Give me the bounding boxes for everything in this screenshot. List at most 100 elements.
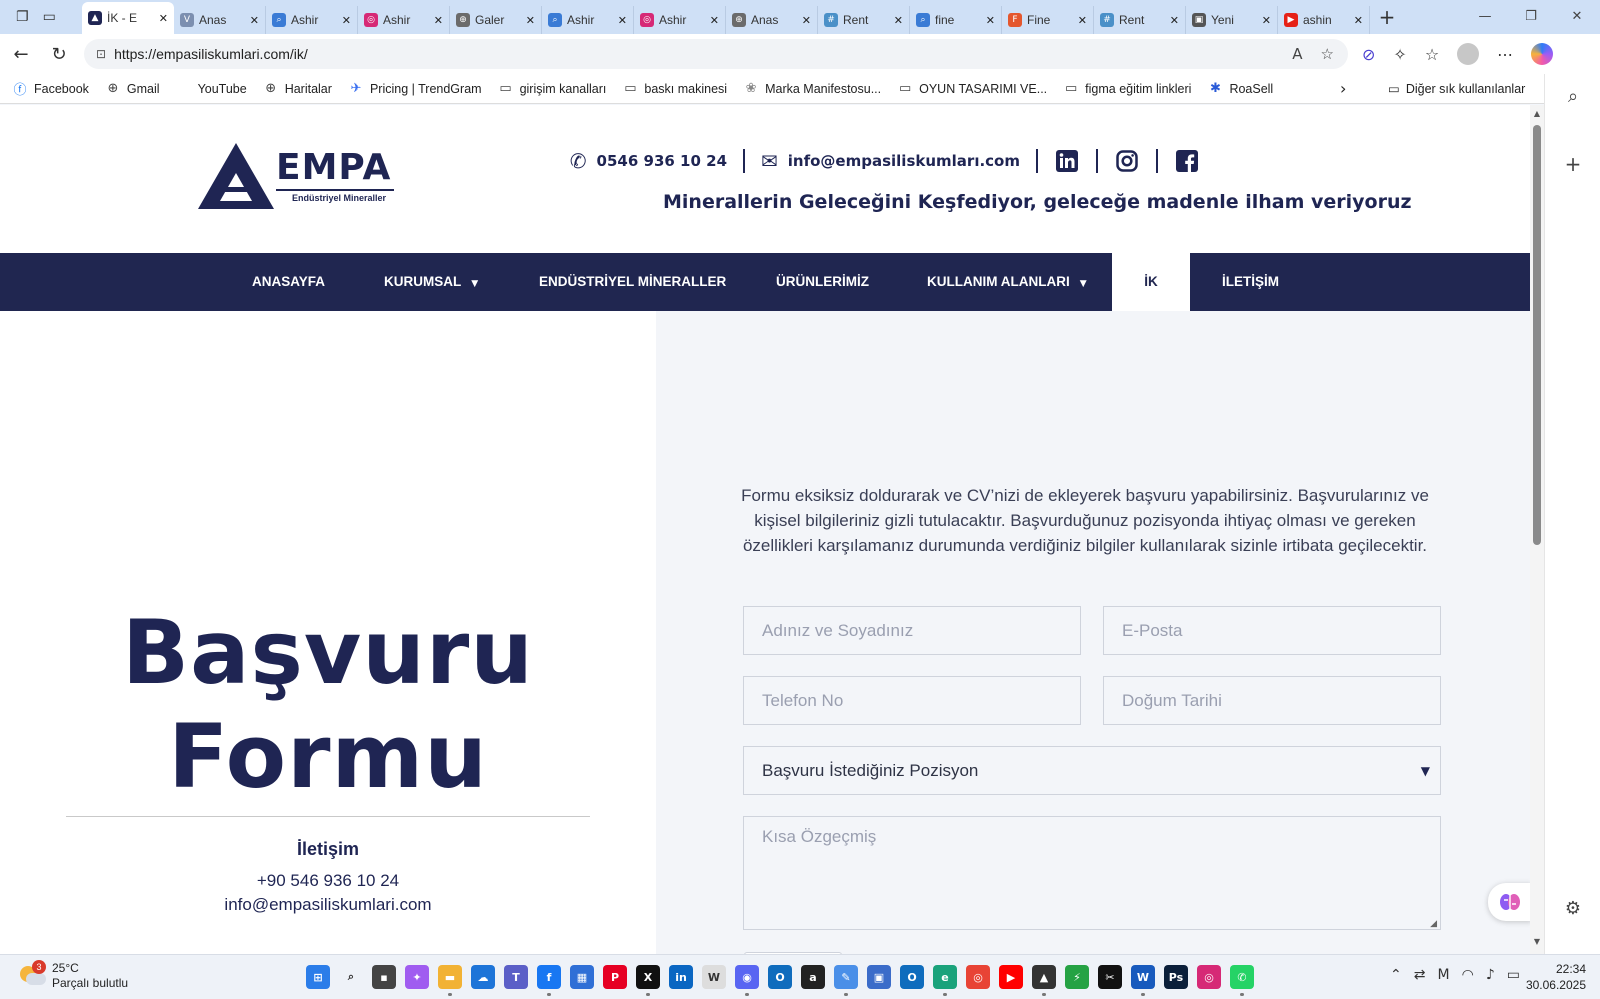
sidebar-search-icon[interactable]: ⌕ xyxy=(1545,86,1600,107)
browser-tab[interactable]: ⌕ fine ✕ xyxy=(910,6,1002,34)
browser-tab[interactable]: ◎ Ashir ✕ xyxy=(358,6,450,34)
url-field[interactable]: ⊡ https://empasiliskumlari.com/ik/ A ☆ xyxy=(84,39,1348,69)
browser-tab[interactable]: ▣ Yeni ✕ xyxy=(1186,6,1278,34)
browser-tab[interactable]: V Anas ✕ xyxy=(174,6,266,34)
browser-tab[interactable]: ⌕ Ashir ✕ xyxy=(266,6,358,34)
tab-close-icon[interactable]: ✕ xyxy=(159,12,168,25)
tab-actions-icon[interactable]: ▭ xyxy=(43,10,56,24)
copilot-icon[interactable]: ✦ xyxy=(405,965,429,989)
sidebar-add-icon[interactable]: + xyxy=(1545,152,1600,176)
copilot-icon[interactable] xyxy=(1531,43,1554,65)
other-bookmarks[interactable]: ▭ Diğer sık kullanılanlar xyxy=(1388,81,1525,96)
tray-settings-icon[interactable]: ⇄ xyxy=(1414,967,1426,983)
browser-tab[interactable]: # Rent ✕ xyxy=(1094,6,1186,34)
bookmark-item[interactable]: ▭ baskı makinesi xyxy=(622,81,727,96)
browser-tab[interactable]: ⊕ Galer ✕ xyxy=(450,6,542,34)
sidebar-settings-icon[interactable]: ⚙ xyxy=(1545,898,1600,919)
instagram-icon[interactable] xyxy=(1114,149,1140,173)
bookmark-item[interactable]: ▭ girişim kanalları xyxy=(498,81,606,96)
tab-close-icon[interactable]: ✕ xyxy=(894,14,903,27)
cv-textarea[interactable]: Kısa Özgeçmiş ◢ xyxy=(743,816,1441,930)
bookmark-item[interactable]: ⊕ Haritalar xyxy=(263,81,332,96)
profile-avatar[interactable] xyxy=(1457,43,1480,65)
battery-icon[interactable]: ▭ xyxy=(1507,967,1520,983)
bookmark-item[interactable]: ⓕ Facebook xyxy=(12,79,88,99)
tray-chevron-icon[interactable]: ⌃ xyxy=(1390,967,1402,983)
browser-tab[interactable]: # Rent ✕ xyxy=(818,6,910,34)
chevron-right-icon[interactable]: › xyxy=(1340,79,1346,98)
browser-tab[interactable]: ◎ Ashir ✕ xyxy=(634,6,726,34)
bookmark-item[interactable]: ⊕ Gmail xyxy=(105,81,159,96)
search-icon[interactable]: ⌕ xyxy=(339,965,363,989)
favorites-icon[interactable]: ☆ xyxy=(1425,45,1439,64)
weather-widget[interactable]: 3 25°C Parçalı bulutlu xyxy=(18,960,128,991)
file-explorer-icon[interactable]: ▬ xyxy=(438,965,462,996)
linkedin-app-icon[interactable]: in xyxy=(669,965,693,989)
header-phone[interactable]: 0546 936 10 24 xyxy=(597,152,727,170)
bookmark-item[interactable]: ✱ RoaSell xyxy=(1207,81,1273,96)
bookmark-item[interactable]: YouTube xyxy=(176,82,247,96)
chrome-icon[interactable]: ◎ xyxy=(966,965,990,989)
tab-close-icon[interactable]: ✕ xyxy=(710,14,719,27)
store-icon[interactable]: ▦ xyxy=(570,965,594,989)
extensions-icon[interactable]: ✧ xyxy=(1393,45,1406,64)
tab-close-icon[interactable]: ✕ xyxy=(250,14,259,27)
tab-close-icon[interactable]: ✕ xyxy=(1078,14,1087,27)
graduation-icon[interactable]: ▲ xyxy=(1032,965,1056,996)
outlook-icon[interactable]: O xyxy=(768,965,792,989)
read-aloud-icon[interactable]: A xyxy=(1292,45,1302,63)
instagram-app-icon[interactable]: ◎ xyxy=(1197,965,1221,989)
bookmark-item[interactable]: ▭ OYUN TASARIMI VE... xyxy=(897,81,1047,96)
browser-tab[interactable]: ⌕ Ashir ✕ xyxy=(542,6,634,34)
x-icon[interactable]: X xyxy=(636,965,660,996)
nav-endustriyel-mineraller[interactable]: ENDÜSTRİYEL MİNERALLER xyxy=(539,253,726,311)
position-select[interactable]: Başvuru İstediğiniz Pozisyon ▼ xyxy=(743,746,1441,795)
clock[interactable]: 22:34 30.06.2025 xyxy=(1526,961,1586,993)
more-menu-icon[interactable]: ⋯ xyxy=(1497,45,1513,64)
phone-field[interactable]: Telefon No xyxy=(743,676,1081,725)
browser-tab[interactable]: ▶ ashin ✕ xyxy=(1278,6,1370,34)
bookmark-item[interactable]: ▭ figma eğitim linkleri xyxy=(1063,81,1191,96)
word-icon[interactable]: W xyxy=(1131,965,1155,996)
facebook-app-icon[interactable]: f xyxy=(537,965,561,996)
wifi-icon[interactable]: ◠ xyxy=(1462,967,1474,983)
save-icon[interactable]: ▣ xyxy=(867,965,891,989)
tab-close-icon[interactable]: ✕ xyxy=(526,14,535,27)
tab-close-icon[interactable]: ✕ xyxy=(1170,14,1179,27)
facebook-icon[interactable] xyxy=(1174,149,1200,173)
close-window-icon[interactable]: ✕ xyxy=(1554,0,1600,34)
bookmark-item[interactable]: ✈ Pricing | TrendGram xyxy=(348,81,481,96)
workspaces-icon[interactable]: ❐ xyxy=(16,10,29,24)
scroll-up-icon[interactable]: ▲ xyxy=(1530,109,1544,118)
nav-kurumsal[interactable]: KURUMSAL ▼ xyxy=(384,253,478,311)
whatsapp-icon[interactable]: ✆ xyxy=(1230,965,1254,996)
linkedin-icon[interactable] xyxy=(1054,149,1080,173)
teams-icon[interactable]: T xyxy=(504,965,528,989)
nav-iletisim[interactable]: İLETİŞİM xyxy=(1222,253,1279,311)
contact-email[interactable]: info@empasiliskumlari.com xyxy=(0,895,656,915)
amazon-icon[interactable]: a xyxy=(801,965,825,989)
nav-ik[interactable]: İK xyxy=(1112,253,1190,311)
name-field[interactable]: Adınız ve Soyadınız xyxy=(743,606,1081,655)
empa-logo[interactable]: EMPA Endüstriyel Mineraller xyxy=(198,143,398,213)
tab-close-icon[interactable]: ✕ xyxy=(1262,14,1271,27)
favorite-star-icon[interactable]: ☆ xyxy=(1321,45,1334,63)
new-tab-button[interactable]: + xyxy=(1370,5,1404,29)
page-scrollbar[interactable]: ▲ ▼ xyxy=(1530,105,1544,954)
contact-phone[interactable]: +90 546 936 10 24 xyxy=(0,871,656,891)
paint-icon[interactable]: ✎ xyxy=(834,965,858,996)
reload-icon[interactable]: ↻ xyxy=(40,44,78,65)
tab-close-icon[interactable]: ✕ xyxy=(802,14,811,27)
resize-handle-icon[interactable]: ◢ xyxy=(1430,919,1437,929)
bookmark-item[interactable]: ❀ Marka Manifestosu... xyxy=(743,81,881,96)
tab-close-icon[interactable]: ✕ xyxy=(986,14,995,27)
site-info-icon[interactable]: ⊡ xyxy=(96,47,106,61)
pinterest-icon[interactable]: P xyxy=(603,965,627,989)
header-email[interactable]: info@empasiliskumları.com xyxy=(788,152,1020,170)
ai-assistant-bubble[interactable] xyxy=(1488,883,1532,921)
nav-kullanim-alanlari[interactable]: KULLANIM ALANLARI ▼ xyxy=(927,253,1087,311)
extension-blue-icon[interactable]: ⊘ xyxy=(1362,45,1375,64)
back-icon[interactable]: ← xyxy=(2,44,40,65)
tab-close-icon[interactable]: ✕ xyxy=(1354,14,1363,27)
task-view-icon[interactable]: ▪ xyxy=(372,965,396,989)
